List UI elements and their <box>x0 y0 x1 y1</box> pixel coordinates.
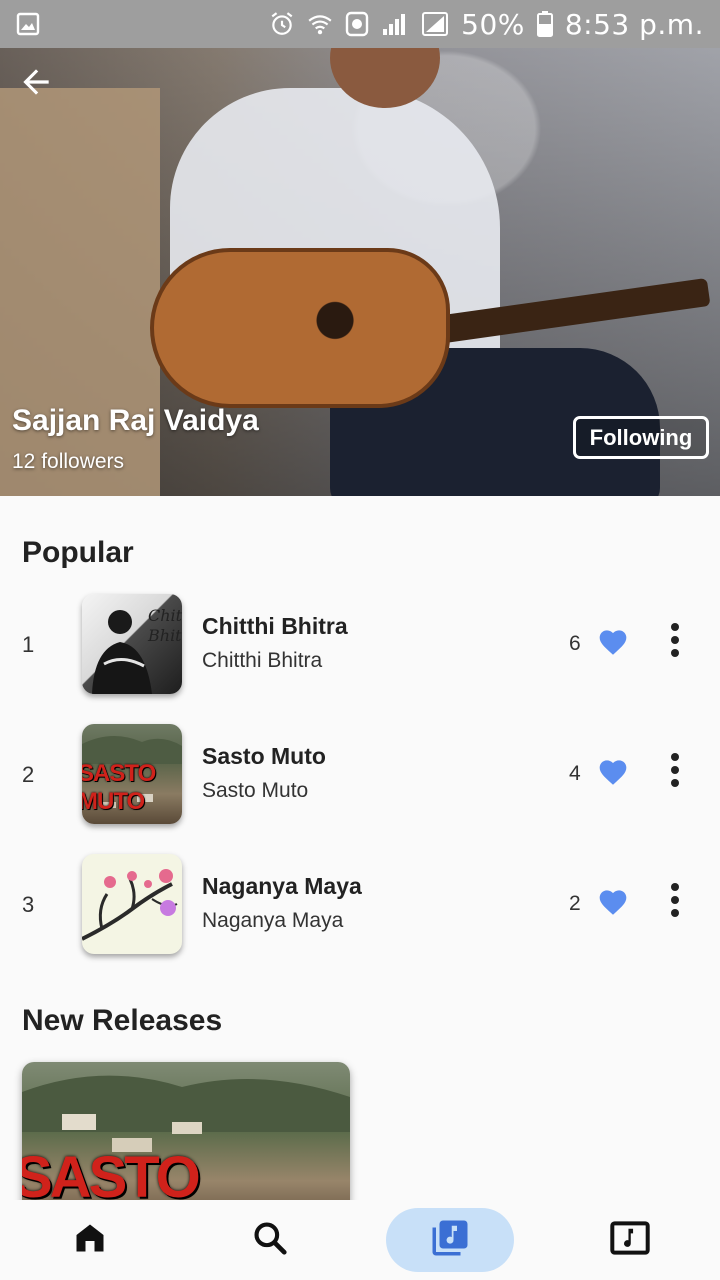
home-icon <box>72 1220 108 1261</box>
followers-count: 12 followers <box>12 450 125 473</box>
song-rank: 2 <box>22 762 35 787</box>
song-artwork: Chit Bhit <box>82 594 182 694</box>
bottom-navigation <box>0 1200 720 1280</box>
like-count: 6 <box>569 632 581 655</box>
song-row[interactable]: 3 Naganya Maya Naganya Maya 2 <box>0 854 720 964</box>
nav-library[interactable] <box>420 1208 480 1272</box>
alarm-icon <box>269 11 295 37</box>
like-count: 2 <box>569 892 581 915</box>
data-saver-icon <box>345 11 369 37</box>
more-vert-icon <box>670 622 680 663</box>
song-subtitle: Chitthi Bhitra <box>202 649 323 672</box>
artist-hero: Sajjan Raj Vaidya 12 followers Following <box>0 48 720 496</box>
song-artwork: SASTO MUTO <box>82 724 182 824</box>
more-options-button[interactable] <box>660 622 690 662</box>
hero-guitar <box>150 248 450 408</box>
popular-section-title: Popular <box>22 536 134 569</box>
song-title: Chitthi Bhitra <box>202 613 348 639</box>
nav-home[interactable] <box>60 1208 120 1272</box>
song-title: Naganya Maya <box>202 873 362 899</box>
more-options-button[interactable] <box>660 882 690 922</box>
library-music-icon <box>429 1217 471 1264</box>
song-artwork <box>82 854 182 954</box>
artist-name: Sajjan Raj Vaidya <box>12 404 259 437</box>
back-button[interactable] <box>14 62 58 106</box>
song-artwork-text: Chit Bhit <box>148 606 182 645</box>
song-subtitle: Sasto Muto <box>202 779 309 802</box>
music-note-box-icon <box>610 1220 650 1261</box>
gallery-notification-icon <box>16 12 40 36</box>
heart-icon[interactable] <box>597 756 629 786</box>
more-vert-icon <box>670 752 680 793</box>
heart-icon[interactable] <box>597 626 629 656</box>
following-button[interactable]: Following <box>573 416 709 459</box>
song-rank: 3 <box>22 892 35 917</box>
song-title: Sasto Muto <box>202 743 326 769</box>
signal-icon <box>381 11 409 37</box>
more-vert-icon <box>670 882 680 923</box>
status-bar: 50% 8:53 p.m. <box>0 0 720 48</box>
song-row[interactable]: 2 SASTO MUTO Sasto Muto Sasto Muto 4 <box>0 724 720 834</box>
clock: 8:53 p.m. <box>564 7 704 41</box>
new-releases-section-title: New Releases <box>22 1004 223 1037</box>
search-icon <box>251 1219 289 1262</box>
song-row[interactable]: 1 Chit Bhit Chitthi Bhitra Chitthi Bhitra… <box>0 594 720 704</box>
more-options-button[interactable] <box>660 752 690 792</box>
battery-percent: 50% <box>461 7 525 41</box>
wifi-icon <box>307 11 333 37</box>
like-count: 4 <box>569 762 581 785</box>
song-artwork-text: SASTO MUTO <box>82 760 156 815</box>
arrow-left-icon <box>17 63 55 106</box>
song-subtitle: Naganya Maya <box>202 909 344 932</box>
song-rank: 1 <box>22 632 35 657</box>
battery-icon <box>536 11 553 37</box>
heart-icon[interactable] <box>597 886 629 916</box>
nav-search[interactable] <box>240 1208 300 1272</box>
nav-player[interactable] <box>600 1208 660 1272</box>
signal-2-icon <box>421 11 449 37</box>
